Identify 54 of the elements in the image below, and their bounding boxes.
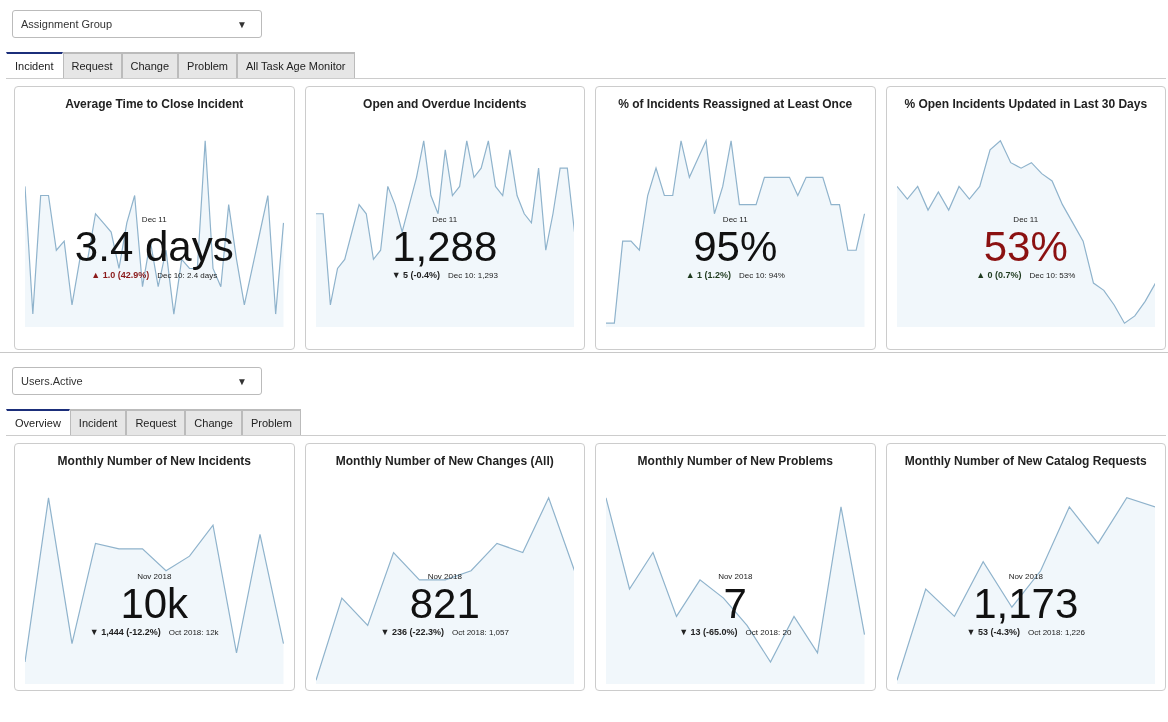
change-indicator: ▼ 13 (-65.0%) xyxy=(679,627,738,637)
date-label: Dec 11 xyxy=(432,215,458,224)
previous-value: Oct 2018: 12k xyxy=(168,628,219,637)
tab[interactable]: Problem xyxy=(178,52,238,78)
tab[interactable]: All Task Age Monitor xyxy=(237,52,355,78)
card-title: Average Time to Close Incident xyxy=(64,96,245,111)
previous-value: Dec 10: 53% xyxy=(1029,271,1076,280)
metric-value: 821 xyxy=(409,581,480,627)
change-indicator: ▼ 236 (-22.3%) xyxy=(380,627,444,637)
tab[interactable]: Incident xyxy=(69,409,127,435)
previous-value: Dec 10: 94% xyxy=(739,271,785,280)
card-title: Open and Overdue Incidents xyxy=(362,96,528,111)
card-title: Monthly Number of New Catalog Requests xyxy=(903,453,1148,468)
previous-value: Dec 10: 1,293 xyxy=(448,271,498,280)
metric-value: 7 xyxy=(723,581,747,627)
change-indicator: ▲ 0 (0.7%) xyxy=(976,270,1022,280)
tab[interactable]: Request xyxy=(126,409,186,435)
metric-value: 1,173 xyxy=(973,581,1079,627)
date-label: Dec 11 xyxy=(722,215,748,224)
filter-dropdown[interactable]: Users.Active ▼ xyxy=(12,367,262,395)
tab[interactable]: Request xyxy=(62,52,122,78)
change-indicator: ▲ 1.0 (42.9%) xyxy=(91,270,150,280)
card-title: % of Incidents Reassigned at Least Once xyxy=(617,96,854,111)
metric-value: 10k xyxy=(120,581,189,627)
card-title: % Open Incidents Updated in Last 30 Days xyxy=(903,96,1149,111)
dropdown-value: Users.Active xyxy=(21,375,83,387)
date-label: Nov 2018 xyxy=(427,572,462,581)
metric-value: 3.4 days xyxy=(74,224,234,270)
date-label: Nov 2018 xyxy=(137,572,172,581)
tab[interactable]: Problem xyxy=(241,409,301,435)
date-label: Nov 2018 xyxy=(718,572,753,581)
change-indicator: ▲ 1 (1.2%) xyxy=(685,270,732,280)
change-indicator: ▼ 1,444 (-12.2%) xyxy=(89,627,161,637)
previous-value: Oct 2018: 20 xyxy=(745,628,792,637)
metric-value: 95% xyxy=(693,224,778,270)
card-title: Monthly Number of New Problems xyxy=(636,453,834,468)
date-label: Dec 11 xyxy=(141,215,167,224)
metric-value: 1,288 xyxy=(392,224,498,270)
change-indicator: ▼ 5 (-0.4%) xyxy=(391,270,441,280)
previous-value: Dec 10: 2.4 days xyxy=(157,271,218,280)
tab[interactable]: Change xyxy=(185,409,242,435)
change-indicator: ▼ 53 (-4.3%) xyxy=(966,627,1020,637)
card-title: Monthly Number of New Changes (All) xyxy=(334,453,555,468)
metric-value: 53% xyxy=(983,224,1068,270)
filter-dropdown[interactable]: Assignment Group ▼ xyxy=(12,10,262,38)
tab[interactable]: Change xyxy=(121,52,179,78)
dropdown-value: Assignment Group xyxy=(21,18,113,30)
previous-value: Oct 2018: 1,226 xyxy=(1028,628,1085,637)
card-title: Monthly Number of New Incidents xyxy=(56,453,252,468)
date-label: Nov 2018 xyxy=(1008,572,1043,581)
caret-icon: ▼ xyxy=(237,375,247,387)
date-label: Dec 11 xyxy=(1013,215,1039,224)
caret-icon: ▼ xyxy=(237,18,247,30)
previous-value: Oct 2018: 1,057 xyxy=(452,628,509,637)
